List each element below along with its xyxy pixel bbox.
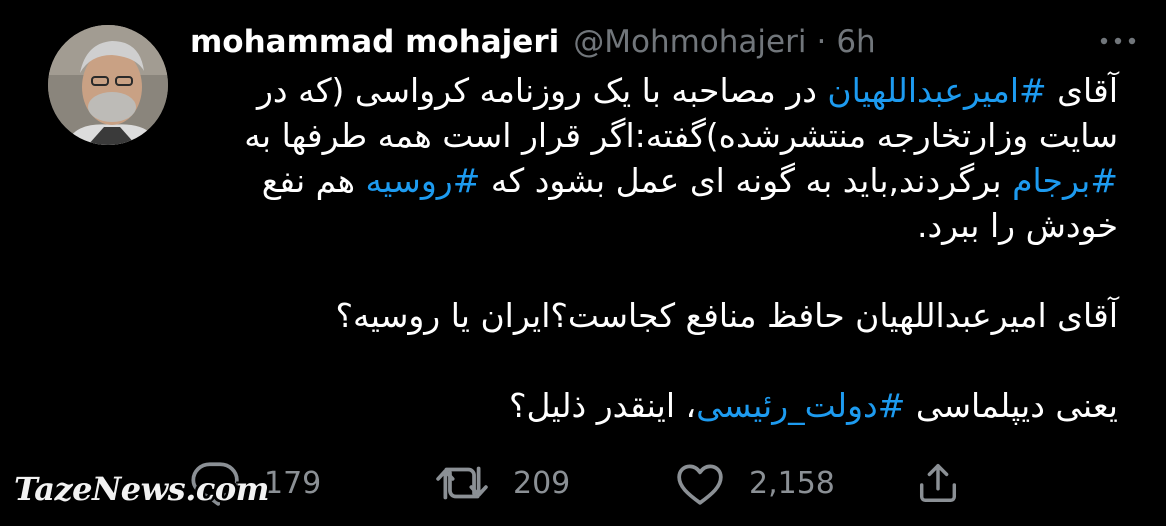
hashtag-link[interactable]: #روسیه bbox=[366, 161, 481, 200]
watermark: TazeNews.com bbox=[14, 470, 270, 508]
like-count: 2,158 bbox=[749, 465, 835, 501]
author-name[interactable]: mohammad mohajeri bbox=[190, 24, 559, 60]
tweet-actions: 179 209 2,158 bbox=[190, 455, 970, 511]
retweet-button[interactable]: 209 bbox=[435, 455, 675, 511]
profile-photo bbox=[48, 25, 168, 145]
tweet-paragraph-1: آقای #امیرعبداللهیان در مصاحبه با یک روز… bbox=[190, 68, 1118, 248]
text-segment: ، اینقدر ذلیل؟ bbox=[509, 386, 697, 425]
reply-count: 179 bbox=[264, 465, 322, 501]
author-handle[interactable]: @Mohmohajeri bbox=[573, 24, 806, 60]
separator-dot: · bbox=[816, 24, 827, 60]
text-segment: یعنی دیپلماسی bbox=[905, 386, 1118, 425]
hashtag-link[interactable]: #امیرعبداللهیان bbox=[827, 71, 1046, 110]
retweet-count: 209 bbox=[513, 465, 571, 501]
more-options-button[interactable] bbox=[1096, 28, 1140, 54]
text-segment: برگردند,باید به گونه ای عمل بشود که bbox=[480, 161, 1013, 200]
tweet-header: mohammad mohajeri @Mohmohajeri · 6h bbox=[190, 22, 1146, 62]
heart-icon bbox=[677, 464, 723, 505]
hashtag-link[interactable]: #دولت_رئیسی bbox=[696, 386, 905, 425]
share-button[interactable] bbox=[915, 455, 970, 511]
retweet-icon bbox=[436, 466, 488, 500]
tweet-text: آقای #امیرعبداللهیان در مصاحبه با یک روز… bbox=[190, 68, 1118, 443]
hashtag-link[interactable]: #برجام bbox=[1012, 161, 1118, 200]
like-button[interactable]: 2,158 bbox=[675, 455, 915, 511]
tweet-paragraph-3: یعنی دیپلماسی #دولت_رئیسی، اینقدر ذلیل؟ bbox=[190, 383, 1118, 428]
tweet-time[interactable]: 6h bbox=[836, 24, 875, 60]
tweet-paragraph-2: آقای امیرعبداللهیان حافظ منافع کجاست؟ایر… bbox=[335, 296, 1118, 335]
avatar[interactable] bbox=[48, 25, 168, 145]
more-horizontal-icon bbox=[1100, 37, 1136, 45]
share-icon bbox=[919, 464, 957, 502]
text-segment: آقای bbox=[1046, 71, 1118, 110]
